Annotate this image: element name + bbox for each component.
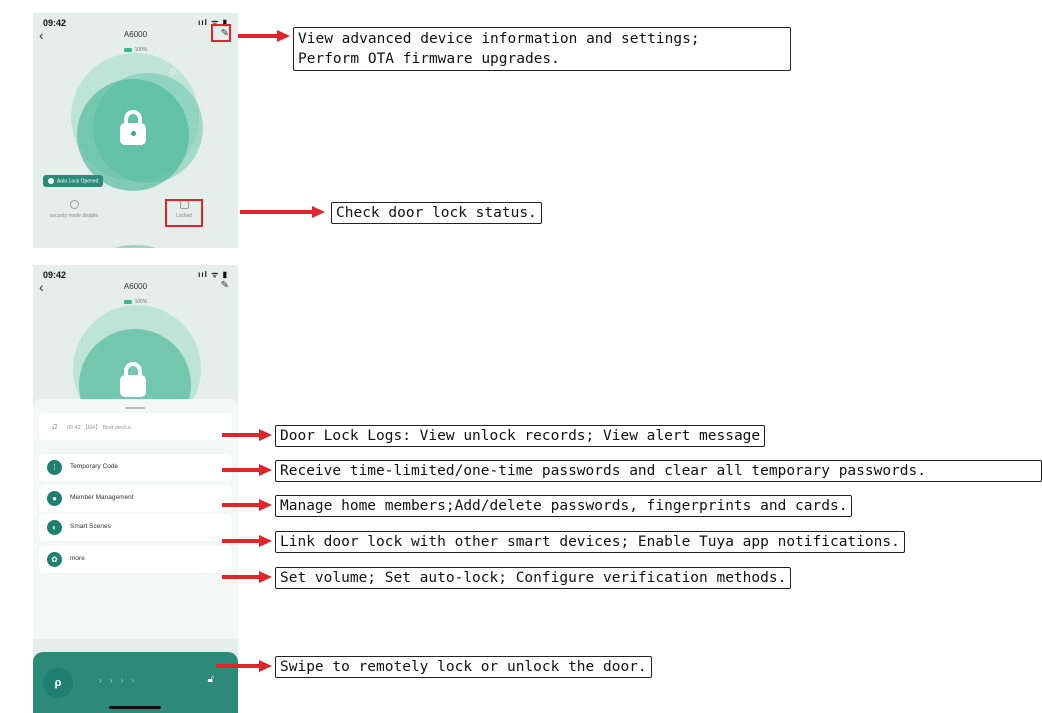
security-mode-label: security mode disable (49, 213, 99, 219)
battery-icon (123, 299, 132, 304)
menu-item-label: Member Management (70, 494, 134, 501)
device-title: A6000 (123, 30, 148, 39)
callout-swipe: Swipe to remotely lock or unlock the doo… (275, 656, 652, 678)
auto-lock-icon (48, 178, 54, 184)
swipe-to-unlock-bar[interactable]: ρ › › › › 🔓︎ (33, 652, 238, 713)
decor-blob (169, 68, 177, 76)
battery-icon (123, 47, 132, 52)
log-entry-text: 09:42 【Me】 Bind device (67, 425, 131, 431)
key-icon[interactable]: ρ (43, 668, 73, 698)
callout-edit: View advanced device information and set… (293, 27, 791, 71)
home-indicator (109, 706, 161, 709)
bell-icon: ♫ (51, 421, 58, 431)
sheet-drag-handle[interactable] (125, 407, 145, 409)
chevrons-icon: › › › › (99, 676, 138, 685)
callout-temp-code: Receive time-limited/one-time passwords … (275, 460, 1042, 482)
security-mode-icon (69, 200, 79, 209)
toggle-icon: ◐ (47, 520, 62, 535)
callout-members: Manage home members;Add/delete passwords… (275, 495, 853, 517)
device-title: A6000 (123, 282, 148, 291)
auto-lock-badge: Auto Lock Opened (43, 175, 104, 188)
security-mode-status[interactable]: security mode disable (39, 200, 109, 219)
phone-screen-bottom: 09:42 ııl ᯤ ▮ ‹ A6000 ✎ 100% ♫ 09:42 【Me… (33, 265, 238, 713)
callout-scenes: Link door lock with other smart devices;… (275, 531, 905, 553)
menu-item-label: Temporary Code (70, 463, 119, 470)
menu-item-label: Smart Scenes (70, 523, 111, 530)
menu-item-more[interactable]: ✿ more (39, 546, 232, 573)
signal-wifi-battery-icons: ııl ᯤ ▮ (198, 270, 228, 279)
log-entry-card[interactable]: ♫ 09:42 【Me】 Bind device (39, 413, 232, 440)
gear-icon: ✿ (47, 552, 62, 567)
callout-more: Set volume; Set auto-lock; Configure ver… (275, 567, 792, 589)
auto-lock-label: Auto Lock Opened (57, 178, 99, 185)
menu-item-member-management[interactable]: ● Member Management (39, 485, 232, 512)
phone-screen-top: 09:42 ııl ᯤ ▮ ‹ A6000 ✎ 100% Auto Lock O… (33, 13, 238, 248)
unlock-padlock-icon: 🔓︎ (207, 674, 214, 685)
callout-status: Check door lock status. (331, 202, 542, 224)
callout-logs: Door Lock Logs: View unlock records; Vie… (275, 425, 766, 447)
edit-pencil-icon[interactable]: ✎ (221, 280, 229, 291)
decor-blob (113, 245, 157, 248)
status-time: 09:42 (43, 270, 67, 280)
menu-item-temporary-code[interactable]: ⁞ Temporary Code (39, 454, 232, 481)
edit-highlight (211, 24, 231, 42)
menu-item-label: more (70, 555, 85, 562)
status-time: 09:42 (43, 18, 67, 28)
bottom-sheet: ♫ 09:42 【Me】 Bind device ⁞ Temporary Cod… (33, 399, 238, 639)
locked-status-highlight (165, 199, 203, 227)
menu-item-smart-scenes[interactable]: ◐ Smart Scenes (39, 514, 232, 541)
person-icon: ● (47, 491, 62, 506)
keypad-icon: ⁞ (47, 460, 62, 475)
